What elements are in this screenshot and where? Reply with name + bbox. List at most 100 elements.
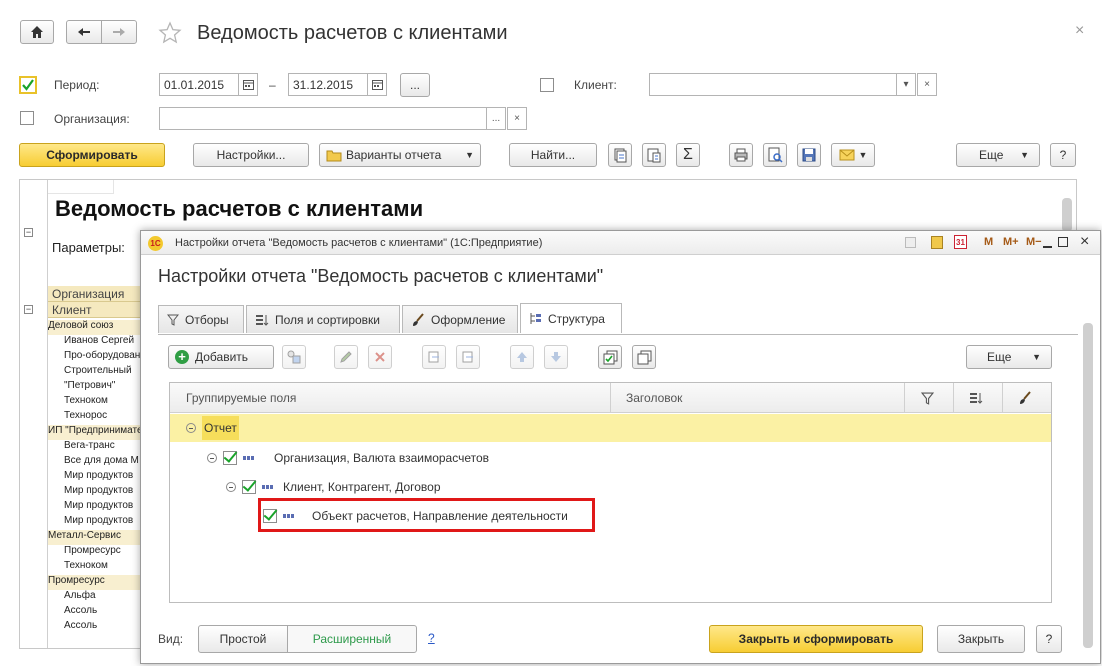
structure-tree[interactable]: Группируемые поля Заголовок Отчет Органи… — [169, 382, 1052, 603]
edit-button[interactable] — [334, 345, 358, 369]
date-to-input[interactable]: 31.12.2015 — [288, 73, 368, 96]
forward-button[interactable] — [101, 20, 137, 44]
view-help-link[interactable]: ? — [428, 631, 435, 645]
sum-button[interactable]: Σ — [676, 143, 700, 167]
tree-row-client[interactable]: Клиент, Контрагент, Договор — [170, 473, 441, 501]
favorite-star-icon[interactable] — [158, 21, 182, 45]
home-icon — [31, 26, 43, 38]
client-checkbox[interactable] — [540, 78, 554, 92]
collapse-icon[interactable] — [186, 423, 196, 433]
report-header-client: Клиент — [48, 302, 142, 318]
close-and-generate-button[interactable]: Закрыть и сформировать — [709, 625, 923, 653]
add-grouping-button[interactable] — [282, 345, 306, 369]
report-variants-button[interactable]: Варианты отчета ▼ — [319, 143, 481, 167]
find-button[interactable]: Найти... — [509, 143, 597, 167]
organization-clear-button[interactable]: × — [507, 107, 527, 130]
dialog-heading: Настройки отчета "Ведомость расчетов с к… — [158, 266, 604, 286]
dialog-help-button[interactable]: ? — [1036, 625, 1062, 653]
tab-filters[interactable]: Отборы — [158, 305, 244, 333]
folder-icon — [326, 150, 342, 161]
column-header-title[interactable]: Заголовок — [626, 391, 682, 405]
client-label: Клиент: — [574, 78, 617, 92]
date-to-calendar-button[interactable] — [367, 73, 387, 96]
add-grouping-icon — [287, 350, 301, 364]
tree-row-organization[interactable]: Организация, Валюта взаиморасчетов — [170, 444, 489, 472]
date-from-calendar-button[interactable] — [238, 73, 258, 96]
report-scrollbar[interactable] — [1062, 198, 1072, 232]
collapse-icon[interactable] — [207, 453, 217, 463]
sort-fields-icon[interactable] — [969, 392, 983, 404]
period-select-button[interactable]: ... — [400, 73, 430, 97]
grouping-icon — [262, 485, 273, 489]
organization-input[interactable] — [159, 107, 487, 130]
report-client-row: Альфа — [64, 590, 96, 601]
tab-fields-sorting[interactable]: Поля и сортировки — [246, 305, 400, 333]
client-clear-button[interactable]: × — [917, 73, 937, 96]
collapse-group-icon[interactable]: − — [24, 305, 33, 314]
ungroup-button[interactable] — [456, 345, 480, 369]
report-cell-grid — [48, 180, 114, 194]
back-button[interactable] — [66, 20, 102, 44]
copy-report-button[interactable] — [608, 143, 632, 167]
organization-checkbox[interactable] — [20, 111, 34, 125]
period-label: Период: — [54, 78, 100, 92]
memory-minus-button[interactable]: M− — [1026, 236, 1042, 248]
close-button[interactable]: Закрыть — [937, 625, 1025, 653]
collapse-icon[interactable] — [226, 482, 236, 492]
add-button-label: Добавить — [195, 350, 249, 364]
paste-report-button[interactable] — [642, 143, 666, 167]
memory-plus-button[interactable]: M+ — [1003, 236, 1019, 248]
brush-icon — [413, 312, 424, 326]
dialog-scrollbar[interactable] — [1083, 323, 1093, 648]
brush-icon[interactable] — [1018, 391, 1032, 405]
report-client-row: "Петрович" — [64, 380, 116, 391]
help-button[interactable]: ? — [1050, 143, 1076, 167]
calculator-icon[interactable] — [931, 236, 943, 249]
add-button[interactable]: + Добавить — [168, 345, 274, 369]
tree-row-report[interactable]: Отчет — [170, 414, 1051, 442]
move-down-button[interactable] — [544, 345, 568, 369]
tab-structure[interactable]: Структура — [520, 303, 622, 333]
view-simple-button[interactable]: Простой — [198, 625, 288, 653]
minimize-icon[interactable] — [1043, 246, 1052, 248]
check-all-button[interactable] — [598, 345, 622, 369]
delete-button[interactable] — [368, 345, 392, 369]
preview-button[interactable] — [763, 143, 787, 167]
floppy-disk-icon — [802, 148, 816, 162]
dialog-close-icon[interactable]: × — [1080, 233, 1089, 251]
dialog-more-button[interactable]: Еще ▼ — [966, 345, 1052, 369]
column-header-fields[interactable]: Группируемые поля — [186, 391, 296, 405]
pencil-icon — [340, 351, 352, 363]
memory-button[interactable]: M — [984, 236, 993, 248]
date-from-input[interactable]: 01.01.2015 — [159, 73, 239, 96]
move-up-button[interactable] — [510, 345, 534, 369]
uncheck-all-button[interactable] — [632, 345, 656, 369]
organization-select-button[interactable]: ... — [486, 107, 506, 130]
save-button[interactable] — [797, 143, 821, 167]
view-extended-button[interactable]: Расширенный — [287, 625, 417, 653]
send-email-button[interactable]: ▼ — [831, 143, 875, 167]
grouping-checkbox[interactable] — [223, 451, 237, 465]
collapse-group-icon[interactable]: − — [24, 228, 33, 237]
report-settings-dialog[interactable]: 1С Настройки отчета "Ведомость расчетов … — [140, 230, 1101, 664]
home-button[interactable] — [20, 20, 54, 44]
period-checkbox[interactable] — [19, 76, 37, 94]
print-button[interactable] — [729, 143, 753, 167]
calendar-icon[interactable]: 31 — [954, 235, 967, 249]
ungroup-icon — [462, 351, 473, 363]
settings-button[interactable]: Настройки... — [193, 143, 309, 167]
tab-appearance[interactable]: Оформление — [402, 305, 518, 333]
report-client-row: Технорос — [64, 410, 108, 421]
client-dropdown-button[interactable]: ▾ — [896, 73, 916, 96]
window-close-icon[interactable]: × — [1075, 22, 1084, 40]
client-input[interactable] — [649, 73, 897, 96]
report-client-row: Промресурс — [64, 545, 121, 556]
move-group-button[interactable] — [422, 345, 446, 369]
maximize-icon[interactable] — [1058, 237, 1068, 247]
generate-button[interactable]: Сформировать — [19, 143, 165, 167]
titlebar-link-icon[interactable] — [905, 237, 916, 248]
filter-icon[interactable] — [921, 392, 934, 405]
more-button[interactable]: Еще ▼ — [956, 143, 1040, 167]
grouping-checkbox[interactable] — [242, 480, 256, 494]
report-client-row: Вега-транс — [64, 440, 115, 451]
